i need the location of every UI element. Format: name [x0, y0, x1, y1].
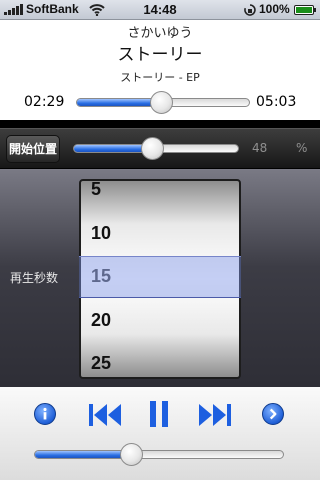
skip-back-icon [89, 404, 121, 426]
skip-forward-icon [199, 404, 231, 426]
volume-slider[interactable] [34, 443, 284, 466]
start-position-unit: % [296, 141, 308, 155]
pause-button[interactable] [146, 399, 172, 429]
previous-button[interactable] [88, 401, 122, 429]
info-circle-icon [43, 407, 47, 420]
start-position-slider[interactable] [73, 137, 239, 160]
wifi-icon [89, 4, 105, 16]
remaining-time: 05:03 [256, 94, 297, 110]
playback-seconds-label: 再生秒数 [10, 271, 59, 285]
artist-name: さかいゆう [127, 26, 193, 41]
album-name: ストーリー - EP [120, 71, 200, 84]
volume-fill [35, 451, 132, 458]
start-position-value: 48 [252, 141, 268, 155]
more-button[interactable] [262, 403, 284, 425]
battery-percent: 100% [259, 2, 290, 16]
picker-option[interactable]: 5 [91, 181, 101, 200]
now-playing-panel: さかいゆう ストーリー ストーリー - EP 02:29 05:03 [0, 20, 320, 120]
progress-fill [77, 99, 162, 106]
volume-knob[interactable] [120, 443, 144, 466]
carrier-name: SoftBank [26, 2, 79, 16]
picker-option[interactable]: 10 [91, 223, 111, 244]
song-title: ストーリー [117, 45, 203, 65]
status-bar: SoftBank 14:48 100% [0, 0, 320, 20]
pause-icon [150, 401, 168, 427]
playback-controls [0, 387, 320, 480]
start-position-button[interactable]: 開始位置 [6, 135, 60, 163]
elapsed-time: 02:29 [24, 94, 65, 110]
playback-seconds-picker-area: 再生秒数 5 10 15 20 25 [0, 169, 320, 387]
chevron-right-circle-icon [269, 408, 277, 420]
picker-option[interactable]: 20 [91, 310, 111, 331]
picker-selection-indicator [79, 256, 241, 298]
rotation-lock-icon [244, 4, 256, 16]
next-button[interactable] [198, 401, 232, 429]
progress-knob[interactable] [149, 91, 173, 114]
progress-slider[interactable] [76, 91, 250, 114]
picker-option[interactable]: 25 [91, 353, 111, 374]
battery-icon [294, 5, 316, 15]
start-position-bar: 開始位置 48 % [0, 128, 320, 168]
start-position-knob[interactable] [141, 137, 165, 160]
info-button[interactable] [34, 403, 56, 425]
signal-strength-icon [4, 4, 23, 15]
